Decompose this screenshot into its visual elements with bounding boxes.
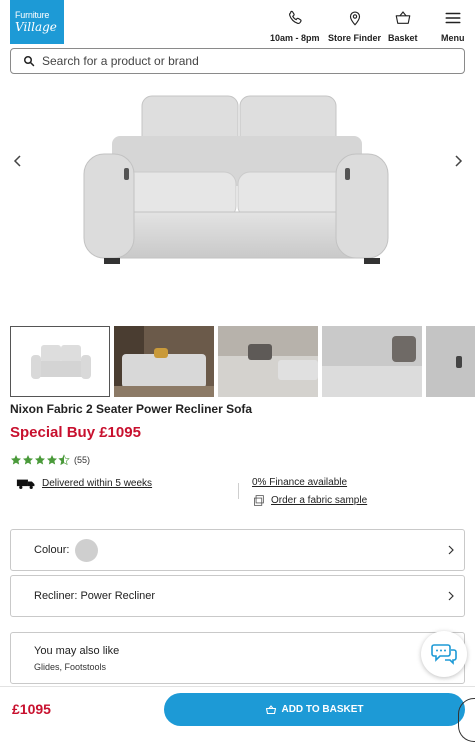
also-like-title: You may also like — [34, 645, 120, 657]
star-rating — [10, 454, 70, 466]
chat-button[interactable] — [421, 631, 467, 677]
search-icon — [24, 56, 35, 67]
edge-curve-decoration — [458, 698, 475, 742]
finance-link[interactable]: 0% Finance available — [252, 477, 347, 488]
delivery-van-icon — [16, 479, 35, 490]
chevron-right-icon — [448, 545, 454, 555]
store-finder-label: Store Finder — [328, 33, 382, 43]
menu-label: Menu — [441, 33, 465, 43]
basket-link[interactable]: Basket — [388, 9, 418, 43]
you-may-also-like-panel[interactable]: You may also like Glides, Footstools — [10, 632, 465, 684]
product-title: Nixon Fabric 2 Seater Power Recliner Sof… — [10, 402, 253, 416]
thumbnail-5[interactable] — [426, 326, 475, 397]
thumbnail-4[interactable] — [322, 326, 422, 397]
chat-bubbles-icon — [431, 644, 457, 665]
site-header: Furniture Village 10am - 8pm Store Finde… — [0, 0, 475, 46]
brand-logo[interactable]: Furniture Village — [10, 0, 64, 44]
thumbnail-1[interactable] — [10, 326, 110, 397]
product-rating[interactable]: (55) — [10, 454, 90, 466]
hamburger-menu-icon — [445, 12, 461, 24]
product-image-carousel[interactable] — [0, 76, 475, 316]
recliner-selector[interactable]: Recliner: Power Recliner — [10, 575, 465, 617]
services-divider — [238, 483, 239, 499]
basket-icon — [395, 11, 411, 24]
add-to-basket-label: ADD TO BASKET — [281, 704, 364, 715]
basket-label: Basket — [388, 33, 418, 43]
also-like-subtitle: Glides, Footstools — [34, 662, 107, 672]
special-buy-price: Special Buy £1095 — [10, 424, 141, 441]
next-image-arrow-icon[interactable] — [451, 154, 465, 168]
sticky-add-to-basket-bar: £1095 ADD TO BASKET — [0, 686, 475, 745]
location-pin-icon — [349, 11, 360, 26]
phone-icon — [288, 10, 302, 24]
basket-icon — [266, 705, 277, 715]
star-full-icon — [23, 455, 33, 465]
star-full-icon — [47, 455, 57, 465]
fabric-sample-icon — [254, 495, 264, 506]
chevron-right-icon — [448, 591, 454, 601]
product-main-image — [83, 95, 389, 264]
review-count[interactable]: (55) — [74, 455, 90, 465]
fabric-sample-info[interactable]: Order a fabric sample — [252, 494, 367, 507]
search-bar[interactable] — [10, 48, 465, 74]
star-full-icon — [11, 455, 21, 465]
star-full-icon — [35, 455, 45, 465]
add-to-basket-button[interactable]: ADD TO BASKET — [164, 693, 465, 726]
colour-selector[interactable]: Colour: — [10, 529, 465, 571]
colour-swatch[interactable] — [75, 538, 99, 562]
recliner-label: Recliner: Power Recliner — [34, 590, 156, 602]
menu-button[interactable]: Menu — [441, 9, 465, 43]
thumbnail-strip — [10, 326, 475, 397]
store-finder-link[interactable]: Store Finder — [328, 9, 381, 43]
delivery-info[interactable]: Delivered within 5 weeks — [16, 477, 152, 490]
delivery-link[interactable]: Delivered within 5 weeks — [42, 478, 152, 489]
recliner-row: Recliner: Power Recliner — [34, 576, 155, 616]
previous-image-arrow-icon[interactable] — [11, 154, 25, 168]
thumbnail-2[interactable] — [114, 326, 214, 397]
star-half-icon — [58, 454, 70, 466]
fabric-sample-link[interactable]: Order a fabric sample — [271, 495, 367, 506]
search-input[interactable] — [42, 54, 442, 68]
sticky-price: £1095 — [12, 701, 51, 717]
logo-line-1: Furniture — [15, 10, 50, 20]
logo-line-2: Village — [15, 20, 57, 34]
opening-hours-link[interactable]: 10am - 8pm — [270, 9, 320, 43]
thumbnail-3[interactable] — [218, 326, 318, 397]
colour-row: Colour: — [34, 530, 99, 570]
colour-label: Colour: — [34, 544, 70, 556]
hours-label: 10am - 8pm — [270, 33, 320, 43]
